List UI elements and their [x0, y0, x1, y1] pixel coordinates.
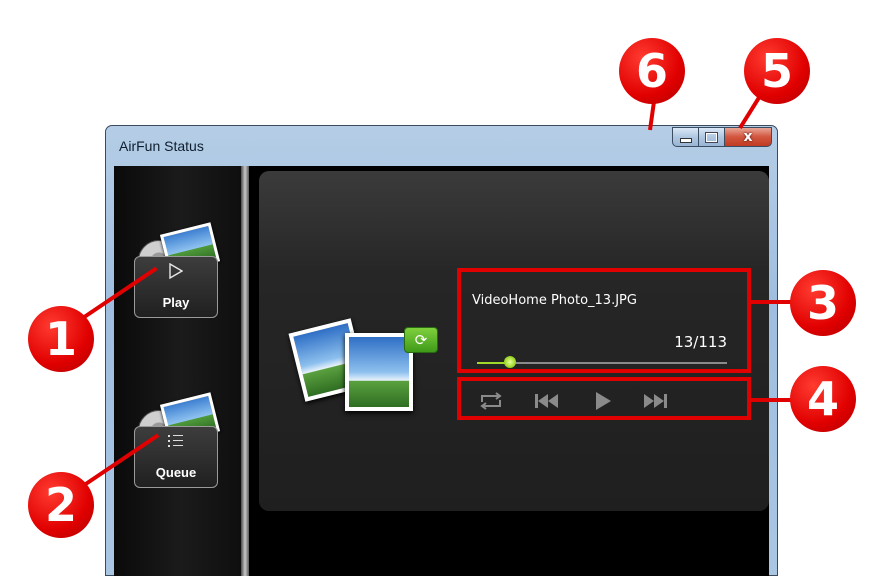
leader-line-4 [751, 398, 795, 402]
leader-line-3 [751, 300, 795, 304]
annotation-marker-4: 4 [790, 366, 856, 432]
highlight-box-track-info [457, 268, 751, 373]
queue-label: Queue [155, 465, 197, 480]
queue-button-face: Queue [134, 426, 218, 488]
caption-buttons: x [672, 127, 772, 149]
play-label: Play [162, 295, 190, 310]
minimize-icon [679, 137, 692, 143]
close-icon: x [743, 129, 753, 145]
sync-icon: ⟳ [404, 327, 438, 353]
annotation-marker-1: 1 [28, 306, 94, 372]
close-button[interactable]: x [725, 127, 772, 147]
title-bar[interactable]: AirFun Status x [106, 126, 777, 166]
play-button-face: Play [134, 256, 218, 318]
annotation-marker-5: 5 [744, 38, 810, 104]
minimize-button[interactable] [672, 127, 699, 147]
window-title: AirFun Status [119, 138, 204, 154]
maximize-icon [705, 131, 718, 143]
annotation-marker-6: 6 [619, 38, 685, 104]
photo-thumbnail-front [345, 333, 413, 411]
highlight-box-controls [457, 377, 751, 420]
annotation-marker-3: 3 [790, 270, 856, 336]
sidebar: Play Queue [114, 166, 249, 576]
maximize-button[interactable] [699, 127, 725, 147]
annotation-marker-2: 2 [28, 472, 94, 538]
sidebar-divider [241, 166, 249, 576]
